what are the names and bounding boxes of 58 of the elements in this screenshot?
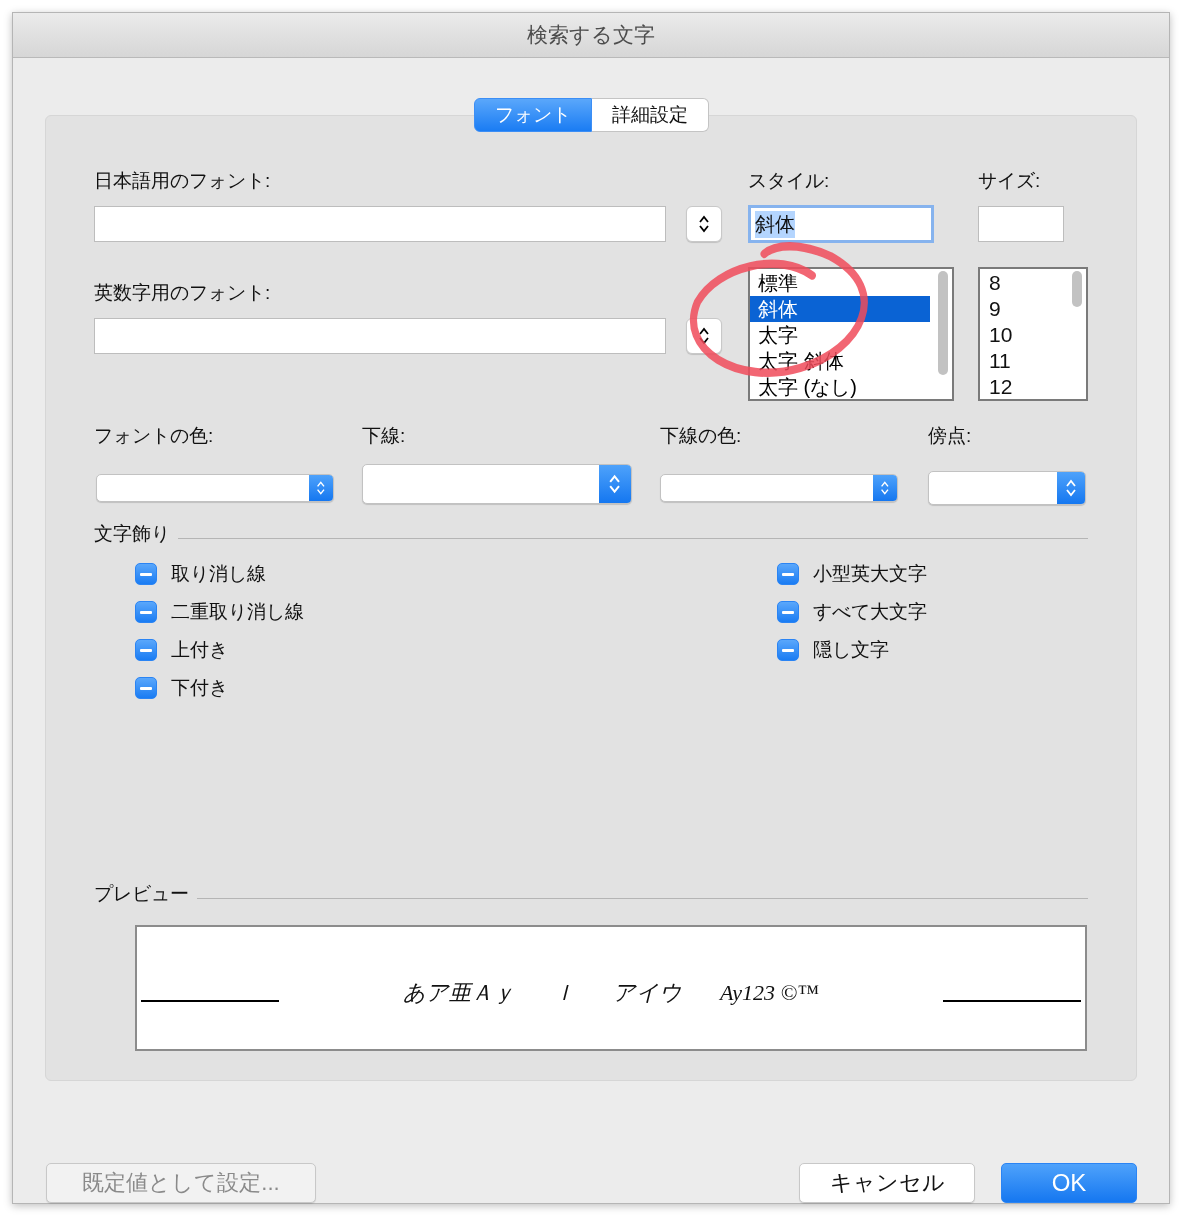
updown-icon [880, 480, 890, 496]
field-label: 下線: [362, 424, 407, 448]
checkbox[interactable]: 隠し文字 [777, 637, 1077, 663]
updown-icon [698, 214, 710, 234]
checkbox[interactable]: 取り消し線 [135, 561, 777, 587]
size-list[interactable]: 8 9 10 11 12 [978, 267, 1088, 401]
list-item[interactable]: 斜体 [750, 296, 930, 322]
field-label: 英数字用のフォント: [94, 281, 272, 305]
updown-icon [1065, 478, 1077, 498]
checkbox[interactable]: 二重取り消し線 [135, 599, 777, 625]
list-item[interactable]: 12 [980, 374, 1086, 399]
section-title: 文字飾り [94, 522, 170, 546]
stepper-button[interactable] [686, 206, 722, 242]
checkbox-box[interactable] [135, 639, 157, 661]
list-item[interactable]: 9 [980, 296, 1086, 322]
tab[interactable]: 詳細設定 [591, 98, 709, 132]
checkbox-box[interactable] [777, 639, 799, 661]
popup-menu[interactable] [928, 471, 1086, 505]
list-item[interactable]: 太字 [750, 322, 930, 348]
list-item[interactable]: 太字 (なし) [750, 374, 930, 399]
checkbox-box[interactable] [135, 563, 157, 585]
popup-menu[interactable] [660, 474, 898, 502]
field-label: 下線の色: [660, 424, 743, 448]
preview-text: ｌ [553, 979, 576, 1007]
scrollbar[interactable] [1072, 271, 1082, 307]
field-label: スタイル: [748, 169, 831, 193]
preview-text: あア亜Ａｙ [403, 979, 516, 1007]
scrollbar[interactable] [938, 271, 948, 375]
checkbox[interactable]: すべて大文字 [777, 599, 1077, 625]
checkbox-box[interactable] [135, 601, 157, 623]
updown-icon [316, 480, 326, 496]
window-title: 検索する文字 [527, 22, 655, 48]
field-label: 傍点: [928, 424, 973, 448]
updown-icon [698, 326, 710, 346]
list-item[interactable]: 11 [980, 348, 1086, 374]
list-item[interactable]: 10 [980, 322, 1086, 348]
checkbox[interactable]: 小型英大文字 [777, 561, 1077, 587]
field-label: サイズ: [978, 169, 1042, 193]
checkbox-box[interactable] [777, 601, 799, 623]
preview-text: Ay123 ©™ [720, 980, 819, 1006]
style-field[interactable]: 斜体 [748, 205, 934, 243]
list-item[interactable]: 標準 [750, 270, 930, 296]
checkbox[interactable]: 上付き [135, 637, 777, 663]
cancel-button[interactable]: キャンセル [799, 1163, 975, 1203]
popup-menu[interactable] [362, 464, 632, 504]
field-label: フォントの色: [94, 424, 215, 448]
checkbox-box[interactable] [777, 563, 799, 585]
popup-menu[interactable] [96, 474, 334, 502]
input-field[interactable] [94, 318, 666, 354]
updown-icon [608, 473, 622, 495]
checkbox-box[interactable] [135, 677, 157, 699]
preview-text: アイウ [613, 979, 683, 1007]
input-field[interactable] [94, 206, 666, 242]
list-item[interactable]: 8 [980, 270, 1086, 296]
section-title: プレビュー [94, 882, 189, 906]
checkbox[interactable]: 下付き [135, 675, 777, 701]
size-field[interactable] [978, 206, 1064, 242]
field-label: 日本語用のフォント: [94, 169, 272, 193]
